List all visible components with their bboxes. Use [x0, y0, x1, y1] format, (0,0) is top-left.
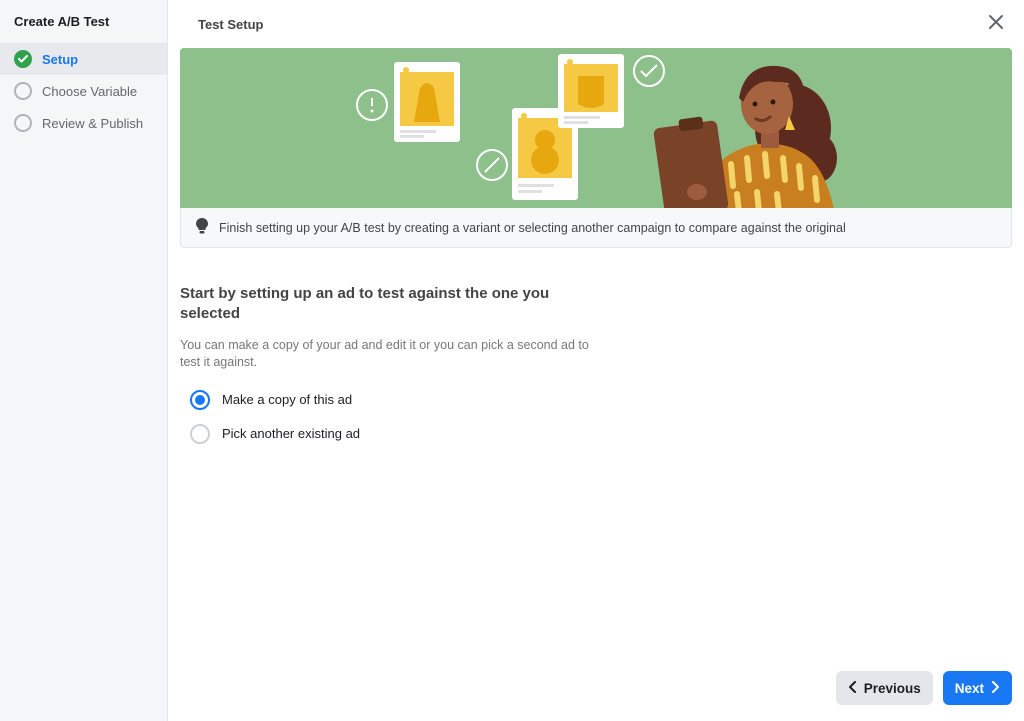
sidebar-title: Create A/B Test — [0, 0, 167, 43]
lightbulb-icon — [195, 218, 209, 237]
page-title: Test Setup — [198, 17, 264, 32]
checkmark-icon — [14, 50, 32, 68]
info-bar: Finish setting up your A/B test by creat… — [180, 208, 1012, 248]
step-list: Setup Choose Variable Review & Publish — [0, 43, 167, 139]
next-label: Next — [955, 681, 984, 696]
close-button[interactable] — [982, 10, 1010, 38]
next-button[interactable]: Next — [943, 671, 1012, 705]
step-choose-variable[interactable]: Choose Variable — [0, 75, 167, 107]
person-illustration — [635, 54, 895, 208]
radio-group: Make a copy of this ad Pick another exis… — [190, 390, 590, 444]
topbar: Test Setup — [168, 0, 1024, 48]
content-heading: Start by setting up an ad to test agains… — [180, 284, 590, 325]
step-label: Review & Publish — [42, 116, 143, 131]
radio-icon — [190, 424, 210, 444]
previous-label: Previous — [864, 681, 921, 696]
chevron-left-icon — [848, 681, 858, 696]
ad-card-icon — [558, 54, 624, 128]
radio-label: Pick another existing ad — [222, 426, 360, 441]
chevron-right-icon — [990, 681, 1000, 696]
circle-icon — [14, 82, 32, 100]
radio-make-copy[interactable]: Make a copy of this ad — [190, 390, 590, 410]
step-label: Setup — [42, 52, 78, 67]
content: Start by setting up an ad to test agains… — [168, 248, 1024, 464]
radio-pick-another[interactable]: Pick another existing ad — [190, 424, 590, 444]
radio-label: Make a copy of this ad — [222, 392, 352, 407]
content-description: You can make a copy of your ad and edit … — [180, 337, 590, 372]
ad-card-icon — [394, 62, 460, 142]
step-label: Choose Variable — [42, 84, 137, 99]
main-panel: Test Setup — [168, 0, 1024, 721]
info-message: Finish setting up your A/B test by creat… — [219, 221, 846, 235]
close-icon — [988, 13, 1004, 36]
wizard-sidebar: Create A/B Test Setup Choose Variable Re… — [0, 0, 168, 721]
radio-icon — [190, 390, 210, 410]
footer: Previous Next — [168, 659, 1024, 721]
previous-button[interactable]: Previous — [836, 671, 933, 705]
hero-illustration — [180, 48, 1012, 208]
step-setup[interactable]: Setup — [0, 43, 167, 75]
step-review-publish[interactable]: Review & Publish — [0, 107, 167, 139]
circle-icon — [14, 114, 32, 132]
